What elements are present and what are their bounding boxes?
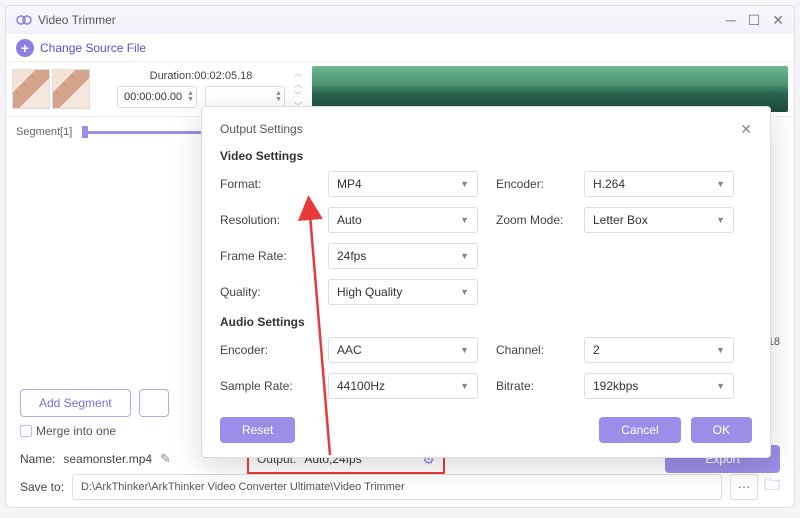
add-source-button[interactable]: + <box>16 39 34 57</box>
framerate-value: 24fps <box>337 249 366 263</box>
resolution-select[interactable]: Auto ▼ <box>328 207 478 233</box>
chevron-down-icon: ▼ <box>460 345 469 355</box>
quality-value: High Quality <box>337 285 402 299</box>
chevron-down-icon: ▼ <box>460 381 469 391</box>
audio-encoder-value: AAC <box>337 343 362 357</box>
bitrate-select[interactable]: 192kbps ▼ <box>584 373 734 399</box>
stepper-icon[interactable]: ▲▼ <box>187 91 194 103</box>
start-time-input[interactable]: 00:00:00.00 ▲▼ <box>117 86 197 108</box>
minimize-icon[interactable]: ─ <box>726 12 736 29</box>
chevron-down-icon: ▼ <box>460 179 469 189</box>
open-folder-icon[interactable]: 🗀 <box>764 474 780 501</box>
chevron-down-icon: ▼ <box>460 287 469 297</box>
save-path-value: D:\ArkThinker\ArkThinker Video Converter… <box>81 481 405 493</box>
samplerate-select[interactable]: 44100Hz ▼ <box>328 373 478 399</box>
audio-encoder-label: Encoder: <box>220 343 310 357</box>
start-time-value: 00:00:00.00 <box>124 91 182 103</box>
dialog-title: Output Settings <box>220 122 303 136</box>
close-icon[interactable]: ✕ <box>772 12 784 29</box>
reset-button[interactable]: Reset <box>220 417 295 443</box>
end-time-value <box>212 91 215 103</box>
format-label: Format: <box>220 177 310 191</box>
encoder-value: H.264 <box>593 177 625 191</box>
chevron-down-icon: ▼ <box>716 215 725 225</box>
audio-encoder-select[interactable]: AAC ▼ <box>328 337 478 363</box>
framerate-label: Frame Rate: <box>220 249 310 263</box>
framerate-select[interactable]: 24fps ▼ <box>328 243 478 269</box>
merge-checkbox[interactable]: Merge into one <box>20 424 116 438</box>
video-settings-heading: Video Settings <box>220 149 752 163</box>
merge-label: Merge into one <box>36 424 116 438</box>
maximize-icon[interactable]: ☐ <box>748 12 761 29</box>
output-settings-dialog: Output Settings ✕ Video Settings Format:… <box>201 106 771 458</box>
bitrate-value: 192kbps <box>593 379 638 393</box>
secondary-button[interactable] <box>139 389 169 417</box>
add-segment-button[interactable]: Add Segment <box>20 389 131 417</box>
browse-button[interactable]: ⋯ <box>730 474 758 500</box>
quality-label: Quality: <box>220 285 310 299</box>
save-to-label: Save to: <box>20 480 64 494</box>
zoom-label: Zoom Mode: <box>496 213 566 227</box>
thumbnail <box>52 69 90 109</box>
titlebar: Video Trimmer ─ ☐ ✕ <box>6 6 794 34</box>
zoom-value: Letter Box <box>593 213 648 227</box>
chevron-down-icon: ▼ <box>460 215 469 225</box>
name-value: seamonster.mp4 <box>63 452 152 466</box>
app-logo-icon <box>16 12 32 28</box>
channel-value: 2 <box>593 343 600 357</box>
format-value: MP4 <box>337 177 362 191</box>
change-source-label[interactable]: Change Source File <box>40 41 146 55</box>
chevron-down-icon: ▼ <box>716 179 725 189</box>
audio-settings-heading: Audio Settings <box>220 315 752 329</box>
bitrate-label: Bitrate: <box>496 379 566 393</box>
thumbnail <box>12 69 50 109</box>
end-time-input[interactable]: ▲▼ <box>205 86 285 108</box>
chevron-down-icon: ▼ <box>460 251 469 261</box>
chevron-down-icon: ▼ <box>716 345 725 355</box>
duration-label: Duration:00:02:05.18 <box>150 70 253 82</box>
cancel-button[interactable]: Cancel <box>599 417 680 443</box>
thumbnail-group[interactable] <box>6 62 96 116</box>
ok-button[interactable]: OK <box>691 417 752 443</box>
channel-select[interactable]: 2▼ <box>584 337 734 363</box>
save-path-field[interactable]: D:\ArkThinker\ArkThinker Video Converter… <box>72 474 722 500</box>
segment-label: Segment[1] <box>16 126 72 138</box>
edit-name-icon[interactable]: ✎ <box>160 451 171 467</box>
zoom-mode-select[interactable]: Letter Box ▼ <box>584 207 734 233</box>
encoder-label: Encoder: <box>496 177 566 191</box>
video-encoder-select[interactable]: H.264 ▼ <box>584 171 734 197</box>
resolution-value: Auto <box>337 213 362 227</box>
samplerate-label: Sample Rate: <box>220 379 310 393</box>
chevron-down-icon: ▼ <box>716 381 725 391</box>
name-label: Name: <box>20 452 55 466</box>
dialog-close-icon[interactable]: ✕ <box>740 121 752 138</box>
stepper-icon[interactable]: ▲▼ <box>275 91 282 103</box>
quality-select[interactable]: High Quality ▼ <box>328 279 478 305</box>
format-select[interactable]: MP4 ▼ <box>328 171 478 197</box>
samplerate-value: 44100Hz <box>337 379 385 393</box>
resolution-label: Resolution: <box>220 213 310 227</box>
channel-label: Channel: <box>496 343 566 357</box>
window-title: Video Trimmer <box>38 13 116 27</box>
toolbar: + Change Source File <box>6 34 794 62</box>
main-window: Video Trimmer ─ ☐ ✕ + Change Source File… <box>5 5 795 508</box>
